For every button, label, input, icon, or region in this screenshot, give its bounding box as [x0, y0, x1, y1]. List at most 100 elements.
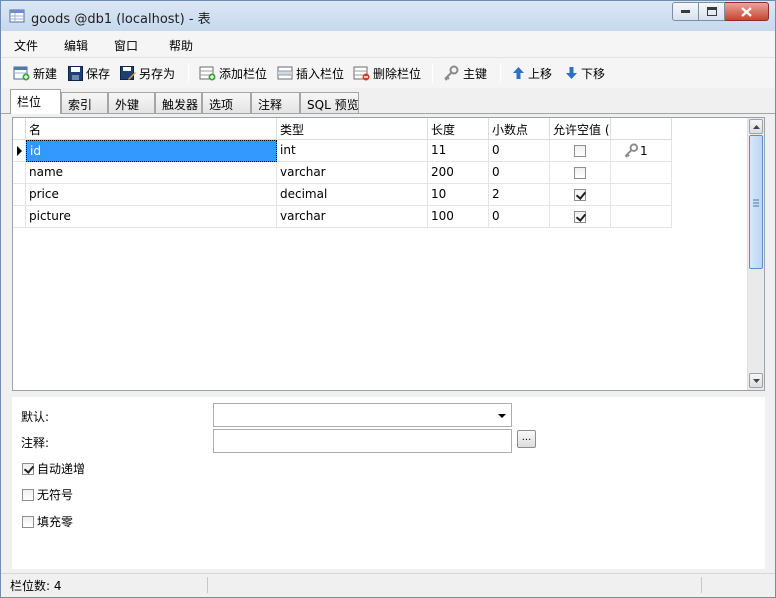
cell-name[interactable]: id	[26, 140, 277, 162]
unsigned-checkbox[interactable]: 无符号	[22, 486, 73, 503]
allow-null-checkbox[interactable]	[574, 211, 586, 223]
cell-key[interactable]	[611, 162, 672, 184]
header-length[interactable]: 长度	[428, 118, 489, 140]
save-button[interactable]: 保存	[68, 62, 110, 84]
tab-fields[interactable]: 栏位	[10, 89, 61, 114]
cell-key[interactable]: 1	[611, 140, 672, 162]
allow-null-checkbox[interactable]	[574, 167, 586, 179]
table-row[interactable]: picture varchar 100 0	[13, 206, 672, 228]
tab-foreign-keys[interactable]: 外键	[108, 92, 155, 114]
toolbar-separator	[188, 63, 189, 83]
header-decimals[interactable]: 小数点	[489, 118, 550, 140]
row-indicator[interactable]	[13, 184, 26, 206]
cell-name[interactable]: price	[26, 184, 277, 206]
key-icon	[444, 65, 459, 81]
menu-file[interactable]: 文件	[14, 37, 38, 54]
cell-allow-null[interactable]	[550, 140, 611, 162]
tab-options[interactable]: 选项	[202, 92, 251, 114]
menu-bar: 文件 编辑 窗口 帮助	[1, 31, 775, 58]
move-up-label: 上移	[528, 66, 553, 81]
field-properties-panel: 默认: 注释: ... 自动递增 无符号 填充零	[12, 397, 765, 569]
table-row[interactable]: price decimal 10 2	[13, 184, 672, 206]
cell-length[interactable]: 11	[428, 140, 489, 162]
row-indicator[interactable]	[13, 206, 26, 228]
title-bar[interactable]: goods @db1 (localhost) - 表	[1, 1, 775, 31]
allow-null-checkbox[interactable]	[574, 189, 586, 201]
checkbox-box	[22, 462, 34, 475]
tab-sql-preview[interactable]: SQL 预览	[300, 92, 359, 114]
cell-decimals[interactable]: 0	[489, 206, 550, 228]
zerofill-checkbox[interactable]: 填充零	[22, 513, 73, 530]
menu-edit[interactable]: 编辑	[64, 37, 88, 54]
cell-decimals[interactable]: 0	[489, 162, 550, 184]
menu-window[interactable]: 窗口	[114, 37, 138, 54]
vertical-scrollbar[interactable]	[747, 118, 764, 390]
allow-null-checkbox[interactable]	[574, 145, 586, 157]
table-row[interactable]: id int 11 0 1	[13, 140, 672, 162]
header-type[interactable]: 类型	[277, 118, 428, 140]
cell-type[interactable]: int	[277, 140, 428, 162]
cell-allow-null[interactable]	[550, 162, 611, 184]
scroll-thumb[interactable]	[749, 135, 763, 269]
insert-field-button[interactable]: 插入栏位	[277, 62, 344, 84]
chevron-down-icon	[498, 414, 506, 418]
cell-decimals[interactable]: 0	[489, 140, 550, 162]
window-title: goods @db1 (localhost) - 表	[31, 12, 211, 27]
primary-key-label: 主键	[463, 66, 488, 81]
cell-length[interactable]: 200	[428, 162, 489, 184]
cell-type[interactable]: decimal	[277, 184, 428, 206]
default-dropdown[interactable]	[213, 403, 512, 427]
maximize-button[interactable]	[699, 2, 725, 21]
save-as-button[interactable]: 另存为	[120, 62, 175, 84]
cell-decimals[interactable]: 2	[489, 184, 550, 206]
minimize-button[interactable]	[672, 2, 699, 21]
toolbar-separator	[432, 63, 433, 83]
move-down-button[interactable]: 下移	[565, 62, 605, 84]
fields-grid: 名 类型 长度 小数点 允许空值 ( id int 11 0 1 name varchar 2…	[12, 117, 765, 391]
row-indicator[interactable]	[13, 140, 26, 162]
move-up-button[interactable]: 上移	[512, 62, 552, 84]
save-icon	[68, 65, 83, 81]
header-name[interactable]: 名	[26, 118, 277, 140]
comment-label: 注释:	[21, 436, 50, 450]
scroll-up-button[interactable]	[749, 119, 763, 134]
new-button[interactable]: 新建	[13, 62, 57, 84]
menu-help[interactable]: 帮助	[169, 37, 193, 54]
delete-field-icon	[353, 66, 370, 81]
cell-allow-null[interactable]	[550, 206, 611, 228]
tab-indexes[interactable]: 索引	[61, 92, 108, 114]
cell-type[interactable]: varchar	[277, 162, 428, 184]
zerofill-label: 填充零	[37, 515, 74, 529]
scroll-down-button[interactable]	[749, 373, 763, 388]
grid-header: 名 类型 长度 小数点 允许空值 (	[13, 118, 672, 140]
insert-field-label: 插入栏位	[296, 66, 345, 81]
auto-increment-checkbox[interactable]: 自动递增	[22, 460, 85, 477]
status-bar: 栏位数: 4	[1, 573, 775, 597]
cell-name[interactable]: name	[26, 162, 277, 184]
comment-input[interactable]	[213, 429, 512, 453]
cell-length[interactable]: 100	[428, 206, 489, 228]
table-row[interactable]: name varchar 200 0	[13, 162, 672, 184]
row-indicator[interactable]	[13, 162, 26, 184]
tab-triggers[interactable]: 触发器	[155, 92, 202, 114]
unsigned-label: 无符号	[37, 488, 74, 502]
cell-type[interactable]: varchar	[277, 206, 428, 228]
auto-increment-label: 自动递增	[37, 462, 86, 476]
close-button[interactable]	[725, 2, 769, 21]
delete-field-button[interactable]: 删除栏位	[353, 62, 421, 84]
header-allow-null[interactable]: 允许空值 (	[550, 118, 611, 140]
cell-key[interactable]	[611, 184, 672, 206]
add-field-button[interactable]: 添加栏位	[199, 62, 267, 84]
cell-name[interactable]: picture	[26, 206, 277, 228]
default-label: 默认:	[21, 410, 50, 424]
cell-allow-null[interactable]	[550, 184, 611, 206]
cell-key[interactable]	[611, 206, 672, 228]
arrow-up-icon	[513, 67, 524, 79]
tab-comment[interactable]: 注释	[251, 92, 300, 114]
comment-edit-button[interactable]: ...	[517, 430, 536, 448]
cell-length[interactable]: 10	[428, 184, 489, 206]
status-separator	[701, 577, 702, 593]
tab-strip: 栏位 索引 外键 触发器 选项 注释 SQL 预览	[1, 88, 775, 114]
primary-key-button[interactable]: 主键	[443, 62, 487, 84]
header-key[interactable]	[611, 118, 672, 140]
